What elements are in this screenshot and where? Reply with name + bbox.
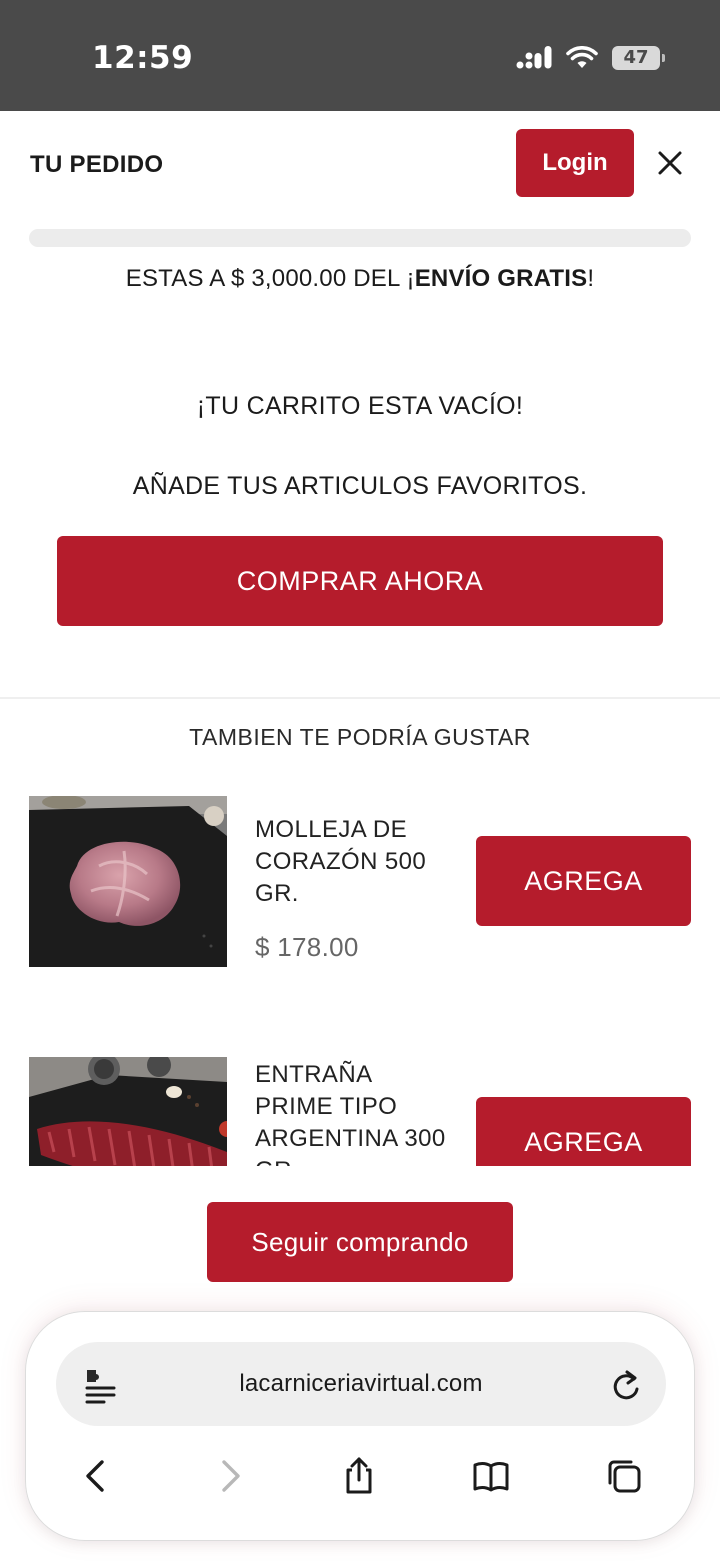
url-text[interactable]: lacarniceriavirtual.com bbox=[56, 1370, 666, 1398]
product-image[interactable] bbox=[29, 1057, 227, 1166]
add-to-cart-button[interactable]: AGREGA bbox=[476, 836, 691, 926]
signal-icon bbox=[516, 46, 552, 69]
status-time: 12:59 bbox=[92, 40, 194, 76]
status-icons: 47 bbox=[516, 42, 665, 74]
back-icon[interactable] bbox=[76, 1456, 116, 1496]
battery-icon: 47 bbox=[612, 46, 665, 70]
product-price: $ 178.00 bbox=[255, 932, 359, 962]
product-card: ENTRAÑA PRIME TIPO ARGENTINA 300 GR. AGR… bbox=[0, 1041, 720, 1166]
address-bar[interactable]: lacarniceriavirtual.com bbox=[56, 1342, 666, 1426]
cart-header: TU PEDIDO Login bbox=[0, 111, 720, 221]
recommendations-title: TAMBIEN TE PODRÍA GUSTAR bbox=[189, 724, 531, 750]
divider bbox=[0, 697, 720, 699]
free-shipping-message: ESTAS A $ 3,000.00 DEL ¡ENVÍO GRATIS! bbox=[0, 265, 720, 293]
free-shipping-suffix: ! bbox=[587, 265, 595, 292]
login-button[interactable]: Login bbox=[516, 129, 634, 197]
add-favorites-message: AÑADE TUS ARTICULOS FAVORITOS. bbox=[132, 472, 588, 500]
share-icon[interactable] bbox=[339, 1456, 379, 1496]
bookmarks-icon[interactable] bbox=[471, 1456, 511, 1496]
wifi-icon bbox=[566, 46, 598, 68]
buy-now-button[interactable]: COMPRAR AHORA bbox=[57, 536, 663, 626]
close-icon[interactable] bbox=[652, 145, 688, 181]
cart-title: TU PEDIDO bbox=[30, 151, 164, 178]
add-to-cart-button[interactable]: AGREGA bbox=[476, 1097, 691, 1166]
forward-icon bbox=[222, 1460, 240, 1492]
reload-icon[interactable] bbox=[610, 1368, 642, 1402]
product-name[interactable]: MOLLEJA DE CORAZÓN 500 GR. bbox=[255, 814, 455, 910]
free-shipping-progress bbox=[29, 229, 691, 247]
tabs-icon[interactable] bbox=[604, 1456, 644, 1496]
continue-shopping-button[interactable]: Seguir comprando bbox=[207, 1202, 513, 1282]
free-shipping-strong: ENVÍO GRATIS bbox=[414, 265, 588, 292]
status-bar: 12:59 47 bbox=[0, 0, 720, 111]
product-card: MOLLEJA DE CORAZÓN 500 GR. $ 178.00 AGRE… bbox=[0, 780, 720, 980]
recommendations-list[interactable]: MOLLEJA DE CORAZÓN 500 GR. $ 178.00 AGRE… bbox=[0, 780, 720, 1166]
browser-toolbar: lacarniceriavirtual.com bbox=[25, 1311, 695, 1541]
product-image[interactable] bbox=[29, 796, 227, 967]
product-name[interactable]: ENTRAÑA PRIME TIPO ARGENTINA 300 GR. bbox=[255, 1059, 455, 1166]
empty-cart-message: ¡TU CARRITO ESTA VACÍO! bbox=[196, 392, 524, 420]
free-shipping-prefix: ESTAS A $ 3,000.00 DEL ¡ bbox=[125, 265, 415, 292]
